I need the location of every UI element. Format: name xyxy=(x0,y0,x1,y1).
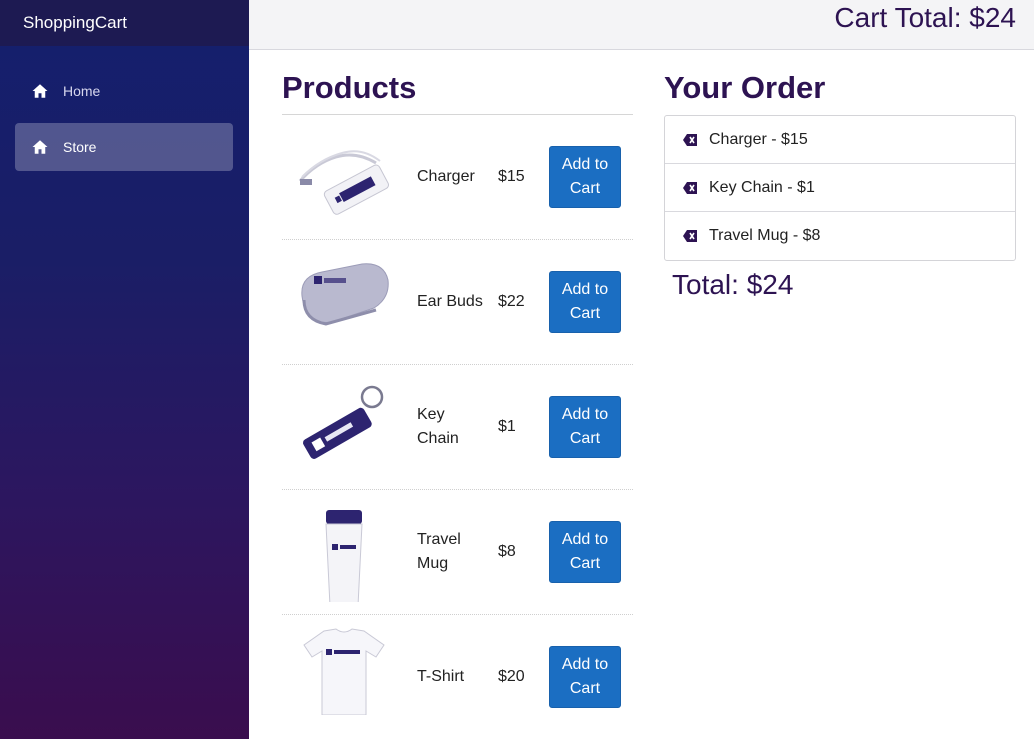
product-price: $1 xyxy=(498,418,516,435)
product-name: Travel Mug xyxy=(417,531,461,572)
nav-item-home[interactable]: Home xyxy=(15,67,233,115)
product-name: Key Chain xyxy=(417,406,459,447)
product-list: Charger $15 Add to Cart Ear Buds $22 Add… xyxy=(282,114,633,727)
ear-buds-image xyxy=(301,263,389,326)
backspace-icon[interactable] xyxy=(683,181,697,194)
order-list: Charger - $15 Key Chain - $1 Travel Mug … xyxy=(664,115,1016,261)
product-price: $15 xyxy=(498,168,525,185)
products-title: Products xyxy=(282,70,417,105)
nav-item-label: Store xyxy=(63,139,97,155)
product-row: Charger $15 Add to Cart xyxy=(282,115,633,240)
add-to-cart-button[interactable]: Add to Cart xyxy=(549,521,621,583)
add-to-cart-button[interactable]: Add to Cart xyxy=(549,146,621,208)
nav-menu: Home Store xyxy=(15,67,233,179)
add-to-cart-button[interactable]: Add to Cart xyxy=(549,271,621,333)
add-to-cart-button[interactable]: Add to Cart xyxy=(549,396,621,458)
order-item: Key Chain - $1 xyxy=(665,164,1015,212)
order-item-label: Charger - $15 xyxy=(709,130,808,148)
nav-item-store[interactable]: Store xyxy=(15,123,233,171)
order-item-label: Travel Mug - $8 xyxy=(709,227,821,244)
cart-total: Cart Total: $24 xyxy=(834,2,1016,33)
order-item: Travel Mug - $8 xyxy=(665,212,1015,260)
order-title: Your Order xyxy=(664,70,826,105)
product-name: Ear Buds xyxy=(417,293,483,310)
home-icon xyxy=(31,138,49,156)
product-row: Ear Buds $22 Add to Cart xyxy=(282,240,633,365)
product-row: Key Chain $1 Add to Cart xyxy=(282,365,633,490)
order-section: Your Order Charger - $15 Key Chain - $1 … xyxy=(664,68,1016,301)
home-icon xyxy=(31,82,49,100)
product-price: $8 xyxy=(498,543,516,560)
product-row: Travel Mug $8 Add to Cart xyxy=(282,490,633,615)
travel-mug-image xyxy=(325,510,363,602)
t-shirt-image xyxy=(303,628,385,715)
product-name: Charger xyxy=(417,168,475,185)
order-item: Charger - $15 xyxy=(665,116,1015,164)
product-row: T-Shirt $20 Add to Cart xyxy=(282,615,633,727)
product-price: $20 xyxy=(498,668,525,685)
order-item-label: Key Chain - $1 xyxy=(709,178,815,196)
charger-image xyxy=(298,150,389,215)
top-bar: Cart Total: $24 xyxy=(249,0,1034,50)
order-total: Total: $24 xyxy=(672,269,794,300)
backspace-icon[interactable] xyxy=(683,133,697,146)
product-name: T-Shirt xyxy=(417,668,465,685)
product-price: $22 xyxy=(498,293,525,310)
add-to-cart-button[interactable]: Add to Cart xyxy=(549,646,621,708)
app-title[interactable]: ShoppingCart xyxy=(0,0,249,46)
nav-item-label: Home xyxy=(63,83,101,99)
sidebar: ShoppingCart Home Store xyxy=(0,0,249,739)
key-chain-image xyxy=(303,385,384,459)
products-section: Products Charger $15 Add to Cart Ear Bud… xyxy=(282,68,633,727)
backspace-icon[interactable] xyxy=(683,230,697,242)
